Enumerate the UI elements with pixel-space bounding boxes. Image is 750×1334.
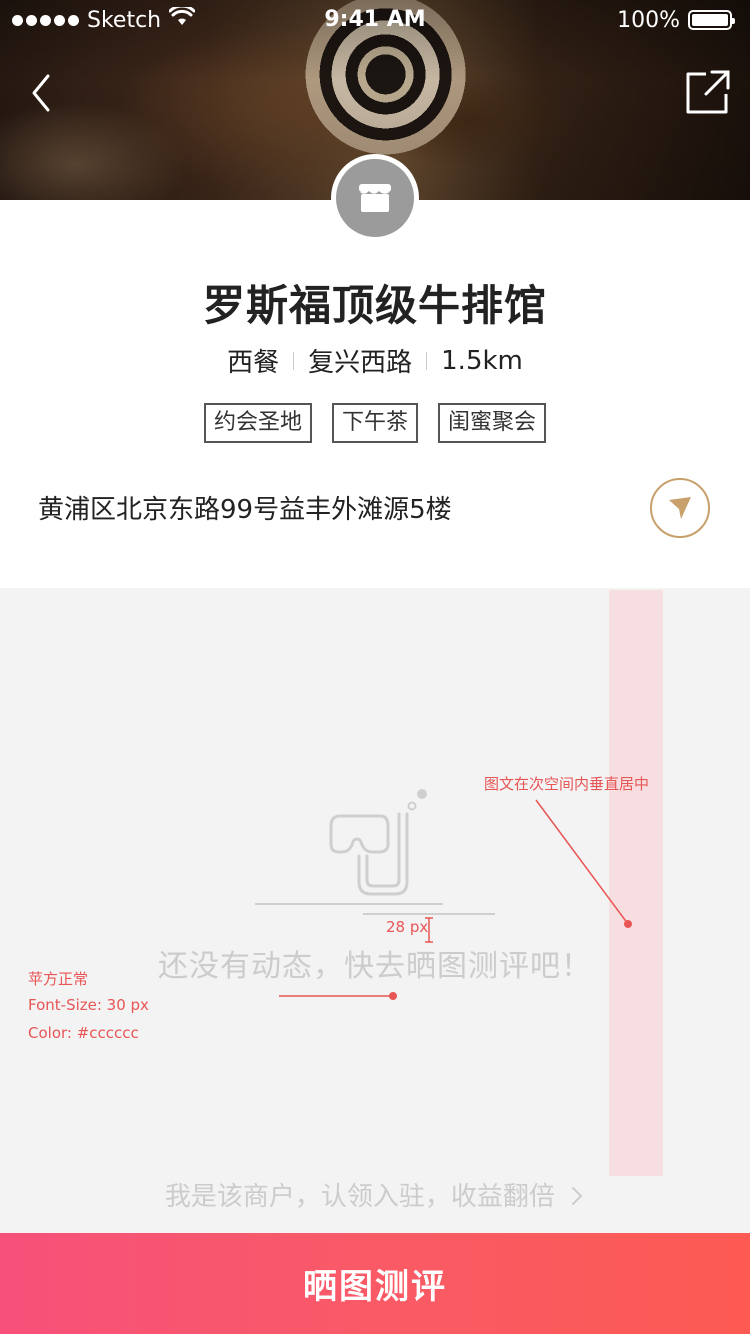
meta-divider [426,351,428,370]
empty-state-area: 还没有动态，快去晒图测评吧！ 我是该商户，认领入驻，收益翻倍 图文在次空间内垂直… [0,588,750,1233]
annotation-vertical-center: 图文在次空间内垂直居中 [484,775,650,793]
status-right: 100% [617,7,735,33]
signal-strength-icon [12,14,79,26]
meta-divider [293,351,295,370]
shop-address[interactable]: 黄浦区北京东路99号益丰外滩源5楼 [38,489,452,526]
shop-tag[interactable]: 闺蜜聚会 [438,403,547,443]
shop-info-card: 罗斯福顶级牛排馆 西餐 复兴西路 1.5km 约会圣地 下午茶 闺蜜聚会 黄浦区… [0,200,750,588]
navigation-arrow-icon [669,497,691,519]
annotation-color: Color: #cccccc [28,1024,139,1042]
shop-icon [358,184,392,212]
empty-state-message: 还没有动态，快去晒图测评吧！ [158,949,592,984]
shop-tag[interactable]: 下午茶 [331,403,418,443]
claim-shop-link[interactable]: 我是该商户，认领入驻，收益翻倍 [0,1176,750,1213]
chevron-left-icon [32,74,50,112]
spacing-spec-bar [609,590,663,1176]
shop-name: 罗斯福顶级牛排馆 [202,281,547,330]
post-review-button[interactable]: 晒图测评 [0,1233,750,1334]
share-icon [686,70,730,114]
post-review-label: 晒图测评 [303,1267,447,1307]
wifi-icon [168,4,196,33]
shop-area: 复兴西路 [308,348,413,378]
battery-percent: 100% [617,7,680,33]
annotation-spacing: 28 px [386,918,429,936]
chevron-right-icon [572,1187,583,1205]
annotation-font-family: 苹方正常 [28,970,89,988]
battery-icon [688,10,735,30]
shop-avatar [331,154,419,242]
share-button[interactable] [684,68,732,116]
back-button[interactable] [22,68,66,120]
navigate-button[interactable] [650,478,710,538]
carrier-name: Sketch [87,7,162,33]
annotation-font-size: Font-Size: 30 px [28,996,149,1014]
shop-cuisine: 西餐 [227,348,280,378]
shop-tag[interactable]: 约会圣地 [203,403,312,443]
claim-link-text: 我是该商户，认领入驻，收益翻倍 [164,1182,555,1212]
snorkel-mask-icon [255,789,495,915]
shop-tags: 约会圣地 下午茶 闺蜜聚会 [0,403,750,443]
shop-distance: 1.5km [441,345,523,376]
shop-meta: 西餐 复兴西路 1.5km [0,342,750,379]
status-bar: Sketch 9:41 AM 100% [0,0,750,40]
status-left: Sketch [12,4,196,33]
